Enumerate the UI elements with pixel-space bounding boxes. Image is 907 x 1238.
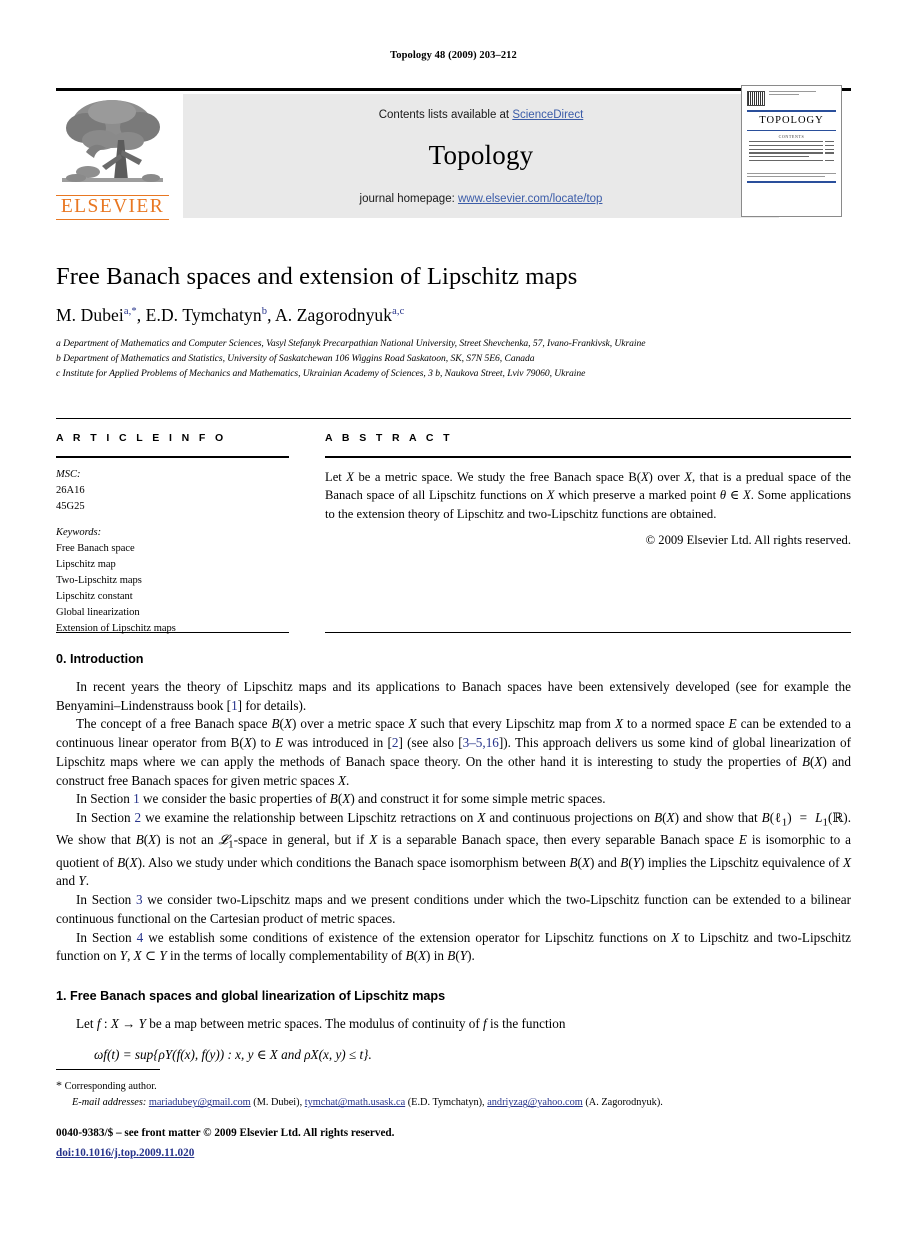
abstract-copyright: © 2009 Elsevier Ltd. All rights reserved… xyxy=(645,533,851,548)
email-addresses-line: E-mail addresses: mariadubey@gmail.com (… xyxy=(72,1097,663,1109)
cover-footer-lines xyxy=(747,172,836,183)
abstract-rule xyxy=(325,456,851,458)
corresponding-author-text: Corresponding author. xyxy=(64,1081,157,1092)
email-link[interactable]: mariadubey@gmail.com xyxy=(149,1097,251,1108)
cover-contents-label: CONTENTS xyxy=(778,134,805,140)
article-body: 0. Introduction In recent years the theo… xyxy=(56,652,851,1063)
running-head: Topology 48 (2009) 203–212 xyxy=(390,50,517,61)
author-list: M. Dubeia,*, E.D. Tymchatynb, A. Zagorod… xyxy=(56,305,405,325)
email-owner: (M. Dubei) xyxy=(253,1097,300,1109)
contents-prefix: Contents lists available at xyxy=(378,109,513,121)
journal-title: Topology xyxy=(428,140,534,170)
keyword-item: Extension of Lipschitz maps xyxy=(56,623,176,635)
body-paragraph: In Section 1 we consider the basic prope… xyxy=(76,791,606,807)
author-affil-marker: a,c xyxy=(392,306,405,318)
article-info-heading: A R T I C L E I N F O xyxy=(56,432,227,444)
keywords-group: Keywords: Free Banach space Lipschitz ma… xyxy=(56,525,289,637)
msc-label: MSC: xyxy=(56,468,81,480)
affiliation-list: a Department of Mathematics and Computer… xyxy=(56,336,851,381)
article-info-column: A R T I C L E I N F O MSC: 26A16 45G25 K… xyxy=(56,432,289,648)
cover-header xyxy=(747,91,836,106)
section-heading-0: 0. Introduction xyxy=(56,652,144,666)
keyword-item: Two-Lipschitz maps xyxy=(56,575,142,587)
colophon: 0040-9383/$ – see front matter © 2009 El… xyxy=(56,1125,851,1161)
cover-rule-top xyxy=(747,110,836,112)
body-paragraph: In recent years the theory of Lipschitz … xyxy=(56,679,851,713)
msc-code: 45G25 xyxy=(56,500,85,512)
front-matter-line: 0040-9383/$ – see front matter © 2009 El… xyxy=(56,1127,395,1139)
journal-homepage-link[interactable]: www.elsevier.com/locate/top xyxy=(458,193,602,205)
affiliation-item: c Institute for Applied Problems of Mech… xyxy=(56,368,586,380)
email-link[interactable]: andriyzag@yahoo.com xyxy=(487,1097,583,1108)
elsevier-wordmark: ELSEVIER xyxy=(56,195,169,220)
title-block: Free Banach spaces and extension of Lips… xyxy=(56,263,851,381)
masthead-top-rule xyxy=(56,88,851,91)
journal-cover-thumbnail: TOPOLOGY CONTENTS xyxy=(741,85,842,217)
barcode-icon xyxy=(747,91,765,106)
asterisk-icon: * xyxy=(56,1078,62,1092)
keyword-item: Global linearization xyxy=(56,607,140,619)
keyword-item: Free Banach space xyxy=(56,543,135,555)
cover-contents-list xyxy=(747,141,836,161)
abstract-column: A B S T R A C T Let X be a metric space.… xyxy=(325,432,851,548)
author-affil-marker: b xyxy=(261,306,268,318)
section-ref[interactable]: 1 xyxy=(133,791,140,806)
doi-link[interactable]: doi:10.1016/j.top.2009.11.020 xyxy=(56,1147,194,1159)
citation-ref[interactable]: 1 xyxy=(231,698,238,713)
affiliation-item: a Department of Mathematics and Computer… xyxy=(56,338,646,349)
display-equation: ωf(t) = sup{ρY(f(x), f(y)) : x, y ∈ X an… xyxy=(94,1046,372,1062)
keywords-label: Keywords: xyxy=(56,527,102,539)
citation-ref[interactable]: 2 xyxy=(392,735,399,750)
affiliation-item: b Department of Mathematics and Statisti… xyxy=(56,353,535,365)
contents-line: Contents lists available at ScienceDirec… xyxy=(183,94,779,121)
email-label: E-mail addresses: xyxy=(72,1097,147,1109)
body-paragraph: Let f : X → Y be a map between metric sp… xyxy=(76,1016,566,1032)
elsevier-tree-icon xyxy=(56,94,169,194)
section-heading-1: 1. Free Banach spaces and global lineari… xyxy=(56,989,446,1004)
abstract-bottom-rule xyxy=(325,632,851,634)
citation-ref[interactable]: 3–5,16 xyxy=(463,735,499,750)
keyword-item: Lipschitz constant xyxy=(56,591,133,603)
page-title: Free Banach spaces and extension of Lips… xyxy=(56,263,578,290)
cover-header-lines xyxy=(769,91,836,97)
msc-code: 26A16 xyxy=(56,484,85,496)
body-paragraph: In Section 3 we consider two-Lipschitz m… xyxy=(56,892,851,926)
keyword-item: Lipschitz map xyxy=(56,559,116,571)
body-paragraph: In Section 4 we establish some condition… xyxy=(56,929,851,964)
cover-title: TOPOLOGY xyxy=(759,114,824,126)
abstract-text: Let X be a metric space. We study the fr… xyxy=(325,469,852,521)
email-owner: (E.D. Tymchatyn) xyxy=(407,1097,483,1109)
info-section-top-rule xyxy=(56,418,851,420)
article-info-bottom-rule xyxy=(56,632,289,634)
footnote-block: * Corresponding author. E-mail addresses… xyxy=(56,1076,851,1112)
section-ref[interactable]: 3 xyxy=(136,892,143,907)
email-link[interactable]: tymchat@math.usask.ca xyxy=(305,1097,405,1108)
msc-group: MSC: 26A16 45G25 xyxy=(56,467,289,515)
cover-rule-mid xyxy=(747,129,836,132)
author-affil-marker: a,* xyxy=(123,306,137,318)
abstract-heading: A B S T R A C T xyxy=(325,432,453,444)
homepage-prefix: journal homepage: xyxy=(359,193,458,205)
paper-page: Topology 48 (2009) 203–212 ELSEVIER Cont… xyxy=(0,0,907,1238)
corresponding-author-note: * Corresponding author. xyxy=(56,1076,851,1095)
section-ref[interactable]: 2 xyxy=(135,810,142,825)
article-info-body: MSC: 26A16 45G25 Keywords: Free Banach s… xyxy=(56,467,289,638)
body-paragraph: In Section 2 we examine the relationship… xyxy=(56,810,852,889)
elsevier-logo: ELSEVIER xyxy=(56,94,169,220)
article-info-rule xyxy=(56,456,289,458)
sciencedirect-link[interactable]: ScienceDirect xyxy=(512,109,583,121)
journal-masthead: ELSEVIER Contents lists available at Sci… xyxy=(56,88,851,220)
journal-homepage-line: journal homepage: www.elsevier.com/locat… xyxy=(183,193,779,205)
journal-band: Contents lists available at ScienceDirec… xyxy=(183,94,779,218)
footnote-rule xyxy=(56,1069,160,1071)
section-ref[interactable]: 4 xyxy=(137,930,144,945)
email-owner: (A. Zagorodnyuk). xyxy=(585,1097,663,1109)
body-paragraph: The concept of a free Banach space B(X) … xyxy=(56,716,851,788)
